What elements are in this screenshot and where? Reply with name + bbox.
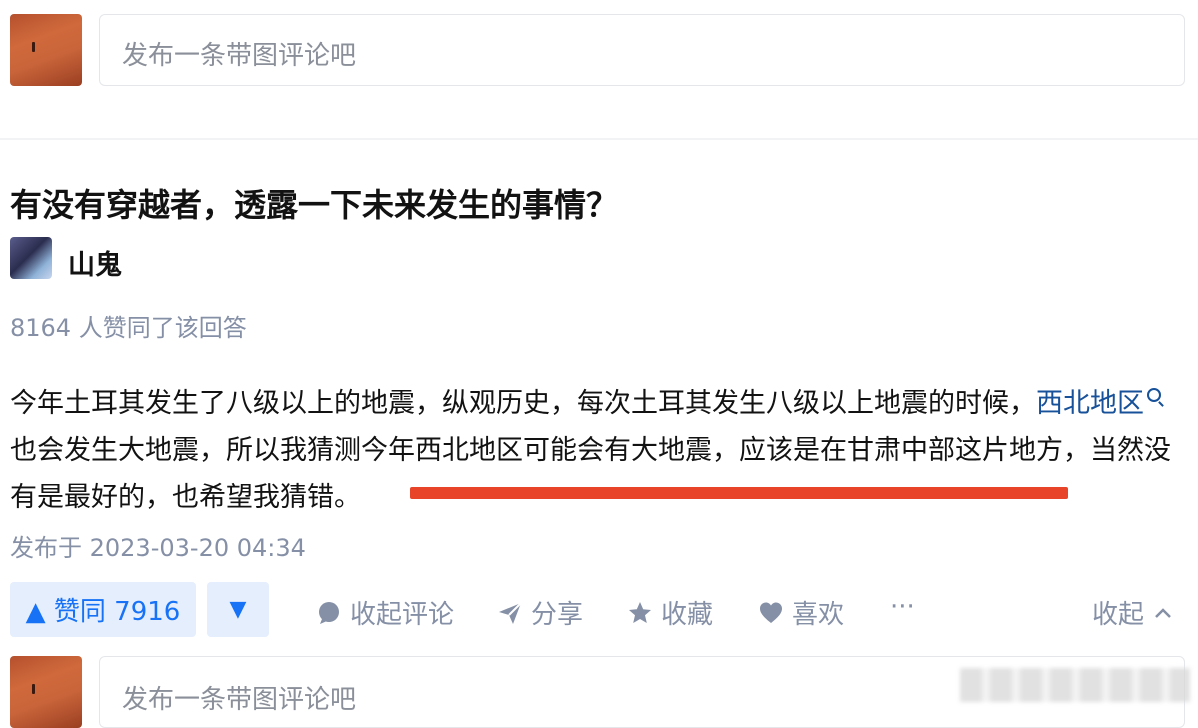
more-icon: ···	[890, 592, 915, 622]
red-underline-annotation	[410, 487, 1068, 499]
answer-text-part1: 今年土耳其发生了八级以上的地震，纵观历史，每次土耳其发生八级以上地震的时候，	[10, 388, 1036, 419]
search-icon	[1147, 388, 1161, 402]
collapse-button[interactable]: 收起	[1092, 594, 1174, 631]
like-label: 喜欢	[792, 600, 845, 630]
answer-text-part2: 也会发生大地震，所以我猜测今年西北地区可能会有大地震，应该是在甘肃中部这片地方，…	[10, 435, 1171, 513]
author-name[interactable]: 山鬼	[68, 243, 122, 282]
favorite-label: 收藏	[661, 600, 714, 630]
favorite-button[interactable]: 收藏	[627, 594, 713, 631]
watermark	[960, 668, 1190, 702]
user-avatar[interactable]	[10, 14, 82, 86]
star-icon	[629, 601, 651, 623]
like-button[interactable]: 喜欢	[758, 594, 844, 631]
share-label: 分享	[531, 600, 584, 630]
heart-icon	[760, 602, 782, 623]
keyword-link[interactable]: 西北地区	[1036, 388, 1161, 419]
section-divider	[0, 138, 1198, 140]
chevron-up-icon	[1155, 607, 1171, 618]
publish-time: 发布于 2023-03-20 04:34	[10, 534, 306, 562]
comment-input[interactable]: 发布一条带图评论吧	[99, 14, 1185, 86]
vote-up-label: ▲ 赞同 7916	[25, 597, 181, 627]
collapse-comments-button[interactable]: 收起评论	[316, 594, 454, 631]
share-icon	[499, 601, 522, 624]
vote-up-button[interactable]: ▲ 赞同 7916	[10, 582, 196, 637]
user-avatar-bottom[interactable]	[10, 656, 82, 728]
comment-placeholder-bottom: 发布一条带图评论吧	[122, 685, 357, 715]
vote-count-text: 8164 人赞同了该回答	[10, 314, 247, 342]
question-title[interactable]: 有没有穿越者，透露一下未来发生的事情？	[10, 180, 618, 226]
share-button[interactable]: 分享	[497, 594, 583, 631]
more-button[interactable]: ···	[890, 592, 915, 622]
author-avatar[interactable]	[10, 237, 52, 279]
comment-icon	[319, 601, 339, 624]
collapse-label: 收起	[1092, 600, 1145, 630]
vote-down-label: ▼	[229, 597, 247, 622]
answer-content: 今年土耳其发生了八级以上的地震，纵观历史，每次土耳其发生八级以上地震的时候，西北…	[10, 380, 1180, 521]
comment-placeholder: 发布一条带图评论吧	[122, 41, 357, 71]
collapse-comments-label: 收起评论	[350, 600, 455, 630]
vote-down-button[interactable]: ▼	[207, 582, 269, 637]
keyword-link-label: 西北地区	[1036, 388, 1144, 419]
